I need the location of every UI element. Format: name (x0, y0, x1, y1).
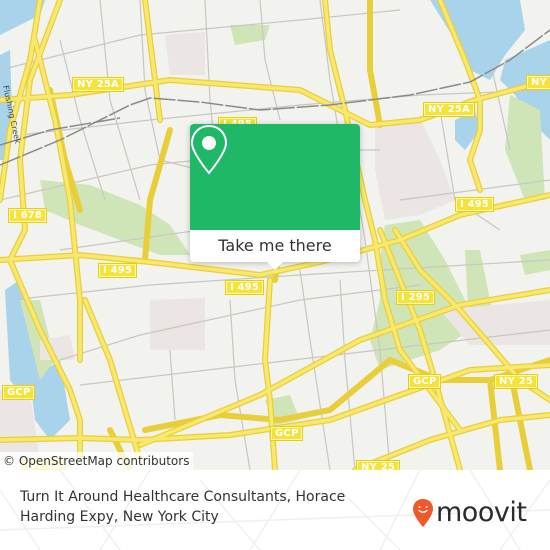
popup-header (190, 124, 360, 230)
place-name: Turn It Around Healthcare Consultants, H… (20, 489, 346, 525)
location-popup: Take me there (190, 124, 360, 270)
route-shield: NY 25 (494, 374, 539, 389)
route-shield: NY 25A (72, 77, 124, 92)
route-shield: I 495 (98, 263, 138, 278)
route-shield: GCP (270, 426, 304, 441)
popup-pointer (266, 261, 284, 270)
route-shield: GCP (2, 385, 36, 400)
map-attribution[interactable]: © OpenStreetMap contributors (0, 452, 194, 470)
footer-bar: Turn It Around Healthcare Consultants, H… (0, 470, 550, 550)
moovit-pin-icon (413, 499, 433, 527)
route-shield: NY 25 (356, 460, 401, 470)
route-shield: I 295 (396, 290, 436, 305)
moovit-logo[interactable]: moovit (412, 497, 527, 528)
take-me-there-button[interactable]: Take me there (190, 230, 360, 262)
route-shield: I 678 (8, 208, 48, 223)
route-shield: I 495 (455, 197, 495, 212)
brand-name: moovit (436, 497, 527, 528)
map-view[interactable]: Flushing Creek NY 25A I 495 NY 25A NY 25… (0, 0, 550, 470)
location-pin-icon (190, 124, 228, 175)
route-shield: GCP (408, 374, 442, 389)
route-shield: I 495 (225, 280, 265, 295)
route-shield: NY 25A (423, 102, 475, 117)
route-shield: NY 25A (526, 75, 550, 90)
